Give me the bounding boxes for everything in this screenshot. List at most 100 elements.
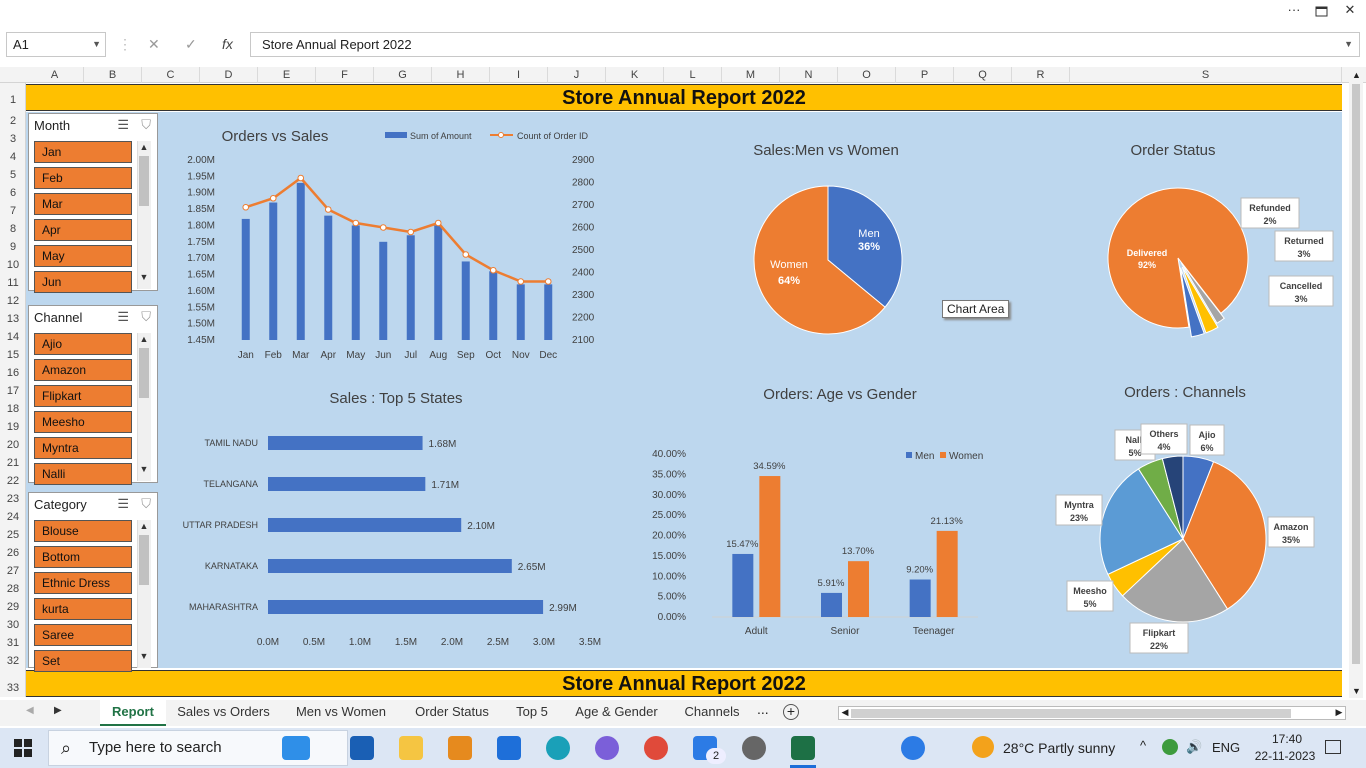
- row-header-14[interactable]: 14: [0, 331, 26, 343]
- multi-select-icon[interactable]: ☰: [117, 117, 129, 133]
- tab-age-gender[interactable]: Age & Gender: [561, 700, 672, 726]
- settings-gear-icon[interactable]: [742, 736, 766, 760]
- column-header-M[interactable]: M: [722, 67, 780, 83]
- insert-function-button[interactable]: fx: [222, 36, 233, 52]
- row-header-23[interactable]: 23: [0, 493, 26, 505]
- scroll-up-arrow[interactable]: ▲: [137, 142, 151, 152]
- tab-channels[interactable]: Channels: [673, 700, 751, 726]
- vertical-scrollbar[interactable]: ▲ ▼: [1349, 68, 1363, 698]
- row-header-2[interactable]: 2: [0, 115, 26, 127]
- order-status-chart[interactable]: Order Status Delivered 92% Refunded 2% Retur…: [1090, 130, 1340, 340]
- slicer-item[interactable]: Mar: [34, 193, 132, 215]
- slicer-item[interactable]: Amazon: [34, 359, 132, 381]
- column-header-S[interactable]: S: [1070, 67, 1342, 83]
- row-header-1[interactable]: 1: [0, 94, 26, 106]
- slicer-item[interactable]: Blouse: [34, 520, 132, 542]
- row-header-6[interactable]: 6: [0, 187, 26, 199]
- orders-channels-chart[interactable]: Orders : Channels Ajio 6% Amazon 35% Flipkar…: [1050, 378, 1340, 663]
- slicer-item[interactable]: May: [34, 245, 132, 267]
- slicer-category[interactable]: Category ☰ ⛉ Blouse Bottom Ethnic Dress kurta S…: [28, 492, 158, 672]
- microsoft-store-icon[interactable]: [350, 736, 374, 760]
- notifications-icon[interactable]: [1325, 740, 1341, 754]
- column-header-Q[interactable]: Q: [954, 67, 1012, 83]
- row-header-20[interactable]: 20: [0, 439, 26, 451]
- mail-icon[interactable]: [497, 736, 521, 760]
- slicer-channel[interactable]: Channel ☰ ⛉ Ajio Amazon Flipkart Meesho Myntra N…: [28, 305, 158, 485]
- slicer-item[interactable]: Myntra: [34, 437, 132, 459]
- tab-top-5[interactable]: Top 5: [504, 700, 560, 726]
- column-header-R[interactable]: R: [1012, 67, 1070, 83]
- clock-time[interactable]: 17:40: [1262, 732, 1312, 746]
- top-5-states-chart[interactable]: Sales : Top 5 States TAMIL NADU 1.68M TELA…: [170, 385, 610, 655]
- slicer-item[interactable]: Saree: [34, 624, 132, 646]
- add-sheet-icon[interactable]: +: [783, 704, 799, 720]
- row-header-16[interactable]: 16: [0, 367, 26, 379]
- scroll-thumb[interactable]: [1352, 84, 1360, 664]
- volume-icon[interactable]: 🔊: [1186, 739, 1202, 755]
- row-header-31[interactable]: 31: [0, 637, 26, 649]
- column-header-D[interactable]: D: [200, 67, 258, 83]
- row-header-26[interactable]: 26: [0, 547, 26, 559]
- formula-input[interactable]: Store Annual Report 2022 ▼: [250, 32, 1360, 57]
- clock-date[interactable]: 22-11-2023: [1250, 749, 1320, 763]
- row-header-8[interactable]: 8: [0, 223, 26, 235]
- row-header-7[interactable]: 7: [0, 205, 26, 217]
- sublime-text-icon[interactable]: [448, 736, 472, 760]
- column-header-K[interactable]: K: [606, 67, 664, 83]
- weather-text[interactable]: 28°C Partly sunny: [1003, 740, 1115, 756]
- tab-scroll-right-icon[interactable]: ▶: [54, 705, 62, 716]
- slicer-scroll-thumb[interactable]: [139, 535, 149, 585]
- language-indicator[interactable]: ENG: [1212, 740, 1240, 755]
- copilot-icon[interactable]: [595, 736, 619, 760]
- tab-sales-vs-orders[interactable]: Sales vs Orders: [166, 700, 281, 726]
- row-header-18[interactable]: 18: [0, 403, 26, 415]
- row-header-3[interactable]: 3: [0, 133, 26, 145]
- row-header-19[interactable]: 19: [0, 421, 26, 433]
- column-header-C[interactable]: C: [142, 67, 200, 83]
- chrome-icon[interactable]: [644, 736, 668, 760]
- row-header-17[interactable]: 17: [0, 385, 26, 397]
- file-explorer-search-icon[interactable]: [282, 736, 310, 760]
- more-tabs-button[interactable]: ...: [757, 701, 769, 717]
- close-button[interactable]: ✕: [1336, 0, 1364, 22]
- orders-vs-sales-chart[interactable]: Orders vs Sales Sum of Amount Count of O…: [170, 118, 610, 368]
- tab-order-status[interactable]: Order Status: [401, 700, 503, 726]
- slicer-item[interactable]: Apr: [34, 219, 132, 241]
- slicer-item[interactable]: Jan: [34, 141, 132, 163]
- column-header-P[interactable]: P: [896, 67, 954, 83]
- row-header-32[interactable]: 32: [0, 655, 26, 667]
- file-explorer-icon[interactable]: [399, 736, 423, 760]
- name-box[interactable]: A1 ▼: [6, 32, 106, 57]
- windows-start-icon[interactable]: [14, 739, 32, 762]
- chevron-down-icon[interactable]: ▼: [92, 33, 101, 56]
- slicer-item[interactable]: Ethnic Dress: [34, 572, 132, 594]
- scroll-up-arrow[interactable]: ▲: [1352, 70, 1361, 80]
- scroll-right-arrow[interactable]: ▶: [1333, 707, 1345, 718]
- column-header-N[interactable]: N: [780, 67, 838, 83]
- row-header-11[interactable]: 11: [0, 277, 26, 289]
- tray-expand-icon[interactable]: ^: [1140, 738, 1146, 753]
- slicer-item[interactable]: kurta: [34, 598, 132, 620]
- network-status-icon[interactable]: [1162, 739, 1178, 755]
- row-header-9[interactable]: 9: [0, 241, 26, 253]
- horizontal-scrollbar[interactable]: ◀ ▶: [838, 706, 1346, 720]
- row-header-28[interactable]: 28: [0, 583, 26, 595]
- scroll-down-arrow[interactable]: ▼: [1352, 686, 1361, 696]
- slicer-item[interactable]: Flipkart: [34, 385, 132, 407]
- column-header-L[interactable]: L: [664, 67, 722, 83]
- column-header-F[interactable]: F: [316, 67, 374, 83]
- age-vs-gender-chart[interactable]: Orders: Age vs Gender 40.00% 35.00% 30.00%…: [640, 380, 1000, 650]
- slicer-scroll-thumb[interactable]: [139, 156, 149, 206]
- slicer-item[interactable]: Set: [34, 650, 132, 672]
- row-header-33[interactable]: 33: [0, 682, 26, 694]
- scroll-down-arrow[interactable]: ▼: [137, 464, 151, 474]
- column-header-A[interactable]: A: [26, 67, 84, 83]
- enter-icon[interactable]: ✓: [185, 36, 197, 53]
- scroll-down-arrow[interactable]: ▼: [137, 272, 151, 282]
- report-footer-banner[interactable]: Store Annual Report 2022: [26, 670, 1342, 697]
- more-options-button[interactable]: ···: [1280, 0, 1308, 22]
- slicer-item[interactable]: Feb: [34, 167, 132, 189]
- clear-filter-icon[interactable]: ⛉: [141, 496, 151, 512]
- clear-filter-icon[interactable]: ⛉: [141, 117, 151, 133]
- row-header-13[interactable]: 13: [0, 313, 26, 325]
